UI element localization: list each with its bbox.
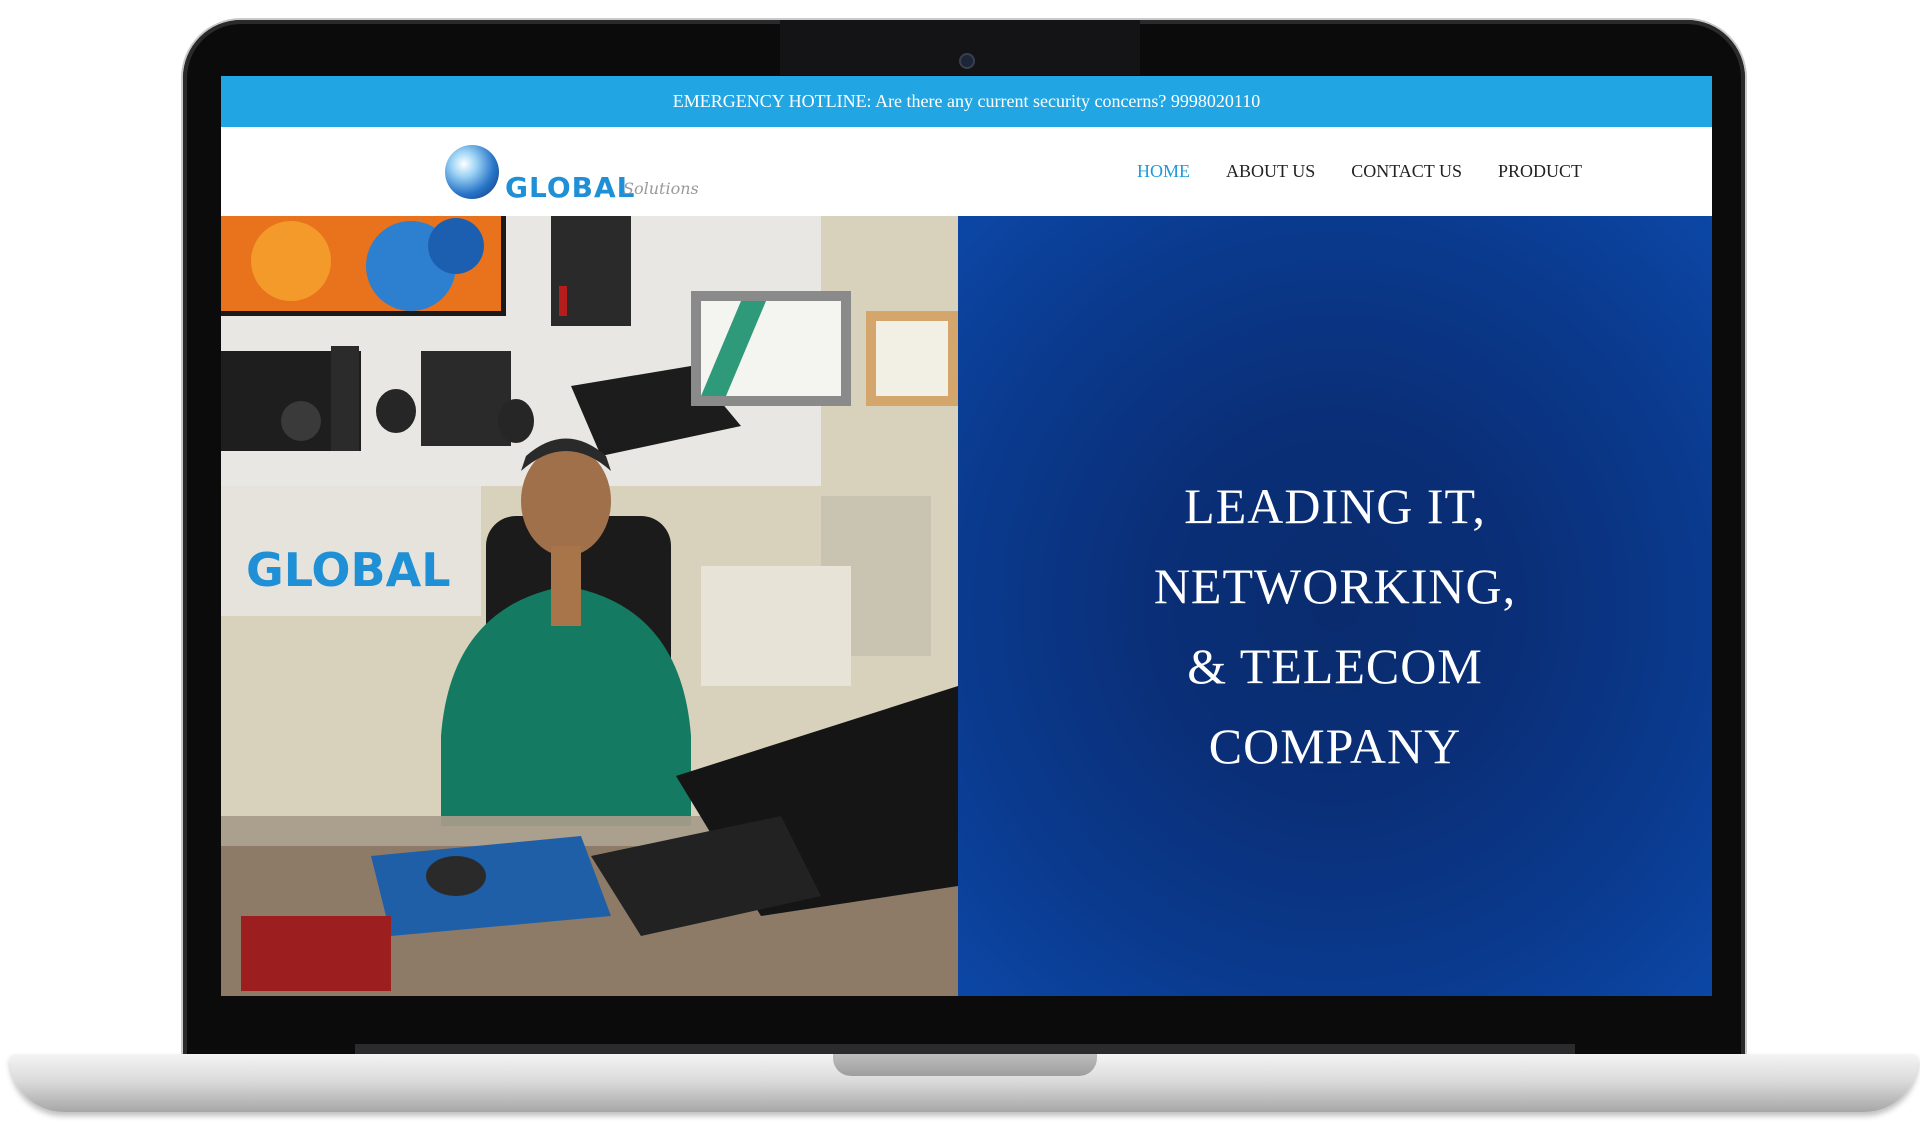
logo-brand: GLOBAL (505, 171, 636, 204)
emergency-hotline-bar: EMERGENCY HOTLINE: Are there any current… (221, 76, 1712, 127)
hero-photo: GLOBAL (221, 216, 958, 996)
globe-icon (445, 145, 499, 199)
nav-product[interactable]: PRODUCT (1498, 161, 1582, 182)
laptop-hinge (355, 1044, 1575, 1054)
logo-subtitle: Solutions (623, 179, 699, 198)
hero-heading-line: & TELECOM (1187, 638, 1483, 694)
office-photo-illustration: GLOBAL (221, 216, 958, 996)
camera-icon (959, 53, 975, 69)
laptop-opening-notch (833, 1054, 1097, 1076)
main-nav: HOME ABOUT US CONTACT US PRODUCT (1137, 127, 1582, 216)
website-screen: EMERGENCY HOTLINE: Are there any current… (221, 76, 1712, 996)
laptop-camera-notch (780, 20, 1140, 75)
hero-heading-line: LEADING IT, (1184, 478, 1486, 534)
nav-home[interactable]: HOME (1137, 161, 1190, 182)
wall-sign-text: GLOBAL (246, 543, 451, 597)
emergency-hotline-text: EMERGENCY HOTLINE: Are there any current… (672, 91, 1261, 111)
hero-heading-line: COMPANY (1208, 718, 1462, 774)
hero-heading-line: NETWORKING, (1153, 558, 1517, 614)
site-logo[interactable]: GLOBAL Solutions (443, 141, 709, 209)
hero-banner: LEADING IT, NETWORKING, & TELECOM COMPAN… (958, 216, 1712, 996)
nav-about-us[interactable]: ABOUT US (1226, 161, 1315, 182)
hero-heading: LEADING IT, NETWORKING, & TELECOM COMPAN… (958, 466, 1712, 786)
nav-contact-us[interactable]: CONTACT US (1351, 161, 1462, 182)
site-header: GLOBAL Solutions HOME ABOUT US CONTACT U… (221, 127, 1712, 216)
